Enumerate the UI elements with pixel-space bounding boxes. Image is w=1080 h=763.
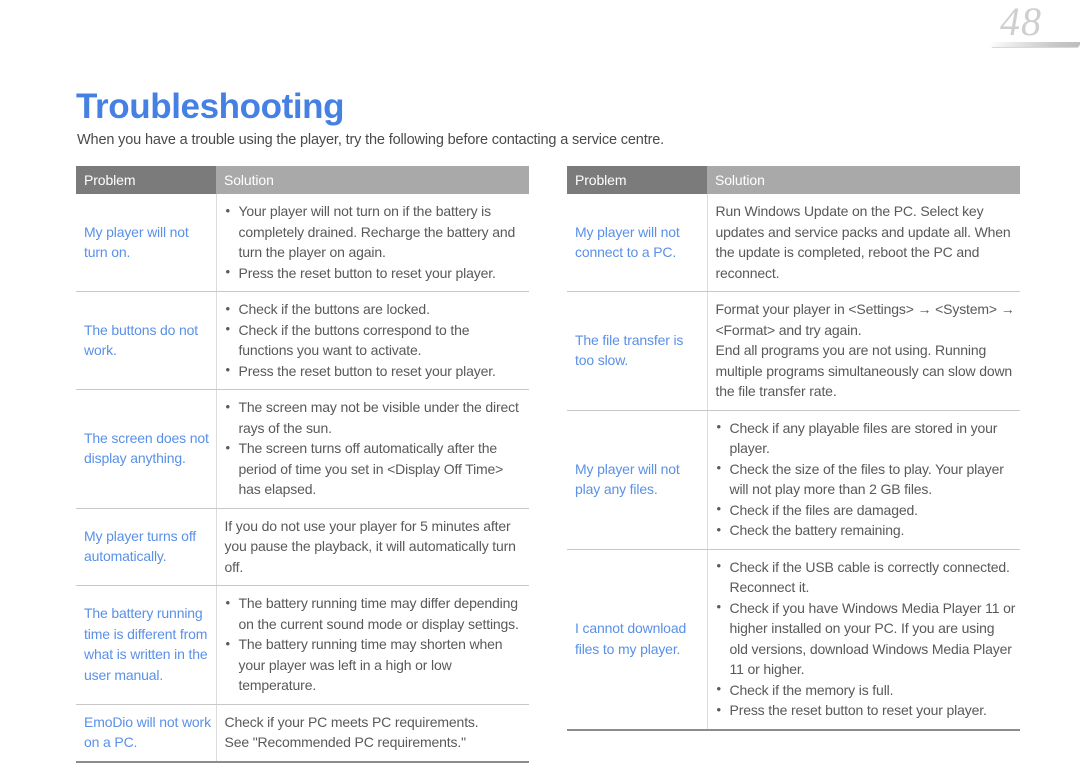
solution-cell: If you do not use your player for 5 minu… xyxy=(216,508,529,586)
solution-bullet-item: The battery running time may shorten whe… xyxy=(225,634,526,696)
solution-bullet-list: Check if the USB cable is correctly conn… xyxy=(716,556,1017,721)
problem-cell: The screen does not display anything. xyxy=(76,389,217,509)
solution-bullet-item: Press the reset button to reset your pla… xyxy=(225,262,526,284)
solution-bullet-item: The screen turns off automatically after… xyxy=(225,438,526,500)
troubleshooting-table: Problem Solution My player will not connec… xyxy=(567,166,1020,731)
solution-cell: Run Windows Update on the PC. Select key… xyxy=(707,194,1020,292)
problem-cell: EmoDio will not work on a PC. xyxy=(76,704,217,763)
solution-cell: Check if the USB cable is correctly conn… xyxy=(707,549,1020,731)
solution-paragraph: See "Recommended PC requirements." xyxy=(224,734,467,750)
solution-paragraph: Check if your PC meets PC requirements. xyxy=(224,713,479,730)
solution-bullet-item: Check if the USB cable is correctly conn… xyxy=(716,556,1017,598)
solution-paragraph: Run Windows Update on the PC. Select key… xyxy=(715,203,1011,281)
problem-cell: The file transfer is too slow. xyxy=(567,291,708,411)
column-header-problem: Problem xyxy=(567,166,707,194)
column-header-problem: Problem xyxy=(76,166,216,194)
problem-cell: I cannot download files to my player. xyxy=(567,549,708,731)
table-row: My player will not play any files.Check … xyxy=(567,410,1020,550)
solution-bullet-item: Check if the buttons are locked. xyxy=(225,299,526,320)
page-number: 48 xyxy=(1000,0,1042,44)
table-row: The screen does not display anything.The… xyxy=(76,389,529,509)
problem-cell: My player will not connect to a PC. xyxy=(567,194,708,292)
table-row: The file transfer is too slow. Format you… xyxy=(567,291,1020,411)
solution-paragraph: Format your player in <Settings> → <Syst… xyxy=(715,301,1015,338)
solution-bullet-item: Check if the memory is full. xyxy=(716,679,1017,701)
table-header-row: Problem Solution xyxy=(76,166,529,194)
solution-bullet-item: Check if any playable files are stored i… xyxy=(716,417,1017,459)
troubleshooting-table: Problem Solution My player will not turn o… xyxy=(76,166,529,763)
table-row: EmoDio will not work on a PC. Check if yo… xyxy=(76,704,529,763)
solution-cell: Check if your PC meets PC requirements. S… xyxy=(216,704,529,763)
solution-bullet-item: Check the size of the files to play. You… xyxy=(716,458,1017,500)
solution-bullet-item: Check if the files are damaged. xyxy=(716,499,1017,521)
solution-bullet-list: The battery running time may differ depe… xyxy=(225,593,526,696)
solution-bullet-item: Check the battery remaining. xyxy=(716,520,1017,541)
problem-cell: The buttons do not work. xyxy=(76,291,217,390)
problem-cell: My player will not play any files. xyxy=(567,410,708,550)
solution-bullet-list: The screen may not be visible under the … xyxy=(225,397,526,500)
solution-cell: Check if any playable files are stored i… xyxy=(707,410,1020,550)
solution-cell: Check if the buttons are locked.Check if… xyxy=(216,291,529,390)
solution-cell: Format your player in <Settings> → <Syst… xyxy=(707,291,1020,411)
table-row: My player turns off automatically. If you… xyxy=(76,508,529,586)
page-marker: 48 xyxy=(960,0,1080,52)
solution-paragraph: End all programs you are not using. Runn… xyxy=(715,342,1013,399)
right-table: Problem Solution My player will not connec… xyxy=(567,166,1020,763)
problem-cell: The battery running time is different fr… xyxy=(76,585,217,705)
solution-cell: The battery running time may differ depe… xyxy=(216,585,529,705)
page-title: Troubleshooting xyxy=(76,87,345,127)
table-row: My player will not turn on.Your player w… xyxy=(76,194,529,292)
solution-bullet-list: Check if any playable files are stored i… xyxy=(716,417,1017,541)
solution-bullet-item: The screen may not be visible under the … xyxy=(225,397,526,438)
solution-cell: Your player will not turn on if the batt… xyxy=(216,194,529,292)
table-header-row: Problem Solution xyxy=(567,166,1020,194)
solution-bullet-item: Your player will not turn on if the batt… xyxy=(225,201,526,263)
solution-bullet-item: Press the reset button to reset your pla… xyxy=(716,700,1017,721)
left-table: Problem Solution My player will not turn o… xyxy=(76,166,529,763)
troubleshooting-tables: Problem Solution My player will not turn o… xyxy=(0,166,1080,763)
problem-cell: My player will not turn on. xyxy=(76,194,217,292)
page-intro-text: When you have a trouble using the player… xyxy=(77,131,665,148)
table-row: The battery running time is different fr… xyxy=(76,585,529,705)
solution-bullet-item: Check if you have Windows Media Player 1… xyxy=(716,597,1017,680)
solution-bullet-list: Your player will not turn on if the batt… xyxy=(225,201,526,283)
solution-bullet-item: Press the reset button to reset your pla… xyxy=(225,360,526,382)
table-row: The buttons do not work.Check if the but… xyxy=(76,291,529,390)
solution-bullet-item: Check if the buttons correspond to the f… xyxy=(225,319,526,361)
table-row: I cannot download files to my player.Che… xyxy=(567,549,1020,731)
column-header-solution: Solution xyxy=(707,166,1020,194)
solution-paragraph: If you do not use your player for 5 minu… xyxy=(224,517,516,575)
solution-bullet-item: The battery running time may differ depe… xyxy=(225,593,526,634)
page-rule-line-decoration xyxy=(991,47,1079,48)
problem-cell: My player turns off automatically. xyxy=(76,508,217,586)
solution-bullet-list: Check if the buttons are locked.Check if… xyxy=(225,299,526,381)
table-row: My player will not connect to a PC. Run W… xyxy=(567,194,1020,292)
solution-cell: The screen may not be visible under the … xyxy=(216,389,529,509)
column-header-solution: Solution xyxy=(216,166,529,194)
